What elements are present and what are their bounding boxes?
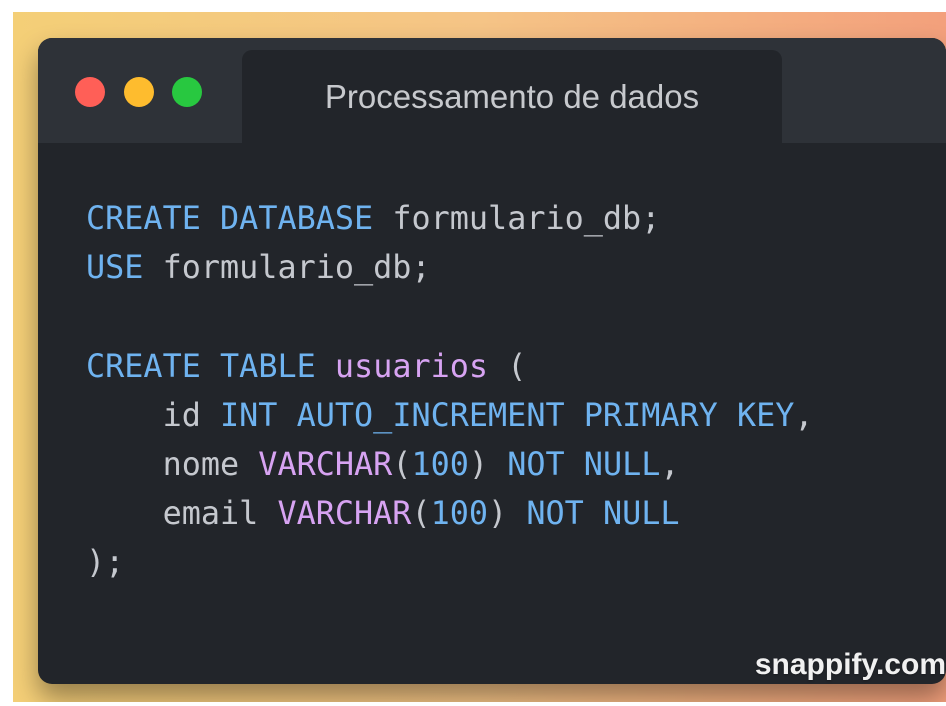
code-line: USE formulario_db; <box>86 243 814 292</box>
code-line: ); <box>86 538 814 587</box>
code-line: id INT AUTO_INCREMENT PRIMARY KEY, <box>86 391 814 440</box>
code-token: PRIMARY <box>583 396 718 434</box>
maximize-window-button[interactable] <box>172 77 202 107</box>
code-token: ( <box>392 445 412 483</box>
code-window: Processamento de dados CREATE DATABASE f… <box>38 38 946 684</box>
code-token: usuarios <box>334 347 489 385</box>
code-line: CREATE DATABASE formulario_db; <box>86 194 814 243</box>
code-token: VARCHAR <box>258 445 393 483</box>
code-token: USE <box>86 249 144 287</box>
code-token: ) <box>468 445 508 483</box>
code-token: ) <box>488 495 527 533</box>
close-window-button[interactable] <box>75 77 105 107</box>
code-token: NULL <box>583 445 661 483</box>
code-token: formulario_db; <box>373 200 661 237</box>
code-token: INT <box>220 396 278 434</box>
code-token: nome <box>86 445 259 483</box>
code-line: email VARCHAR(100) NOT NULL <box>86 489 814 538</box>
code-token: AUTO_INCREMENT <box>296 396 565 434</box>
code-token: , <box>794 396 814 434</box>
code-token: , <box>660 445 680 483</box>
minimize-window-button[interactable] <box>124 77 154 107</box>
code-token: ( <box>411 495 431 533</box>
code-token: CREATE <box>86 347 201 385</box>
file-tab[interactable]: Processamento de dados <box>242 50 782 144</box>
code-line: nome VARCHAR(100) NOT NULL, <box>86 440 814 489</box>
code-token: 100 <box>430 495 489 533</box>
code-token: 100 <box>411 445 469 483</box>
code-block: CREATE DATABASE formulario_db; USE formul… <box>86 194 814 588</box>
tab-title: Processamento de dados <box>324 78 700 115</box>
code-token: CREATE <box>86 200 201 237</box>
code-token: email <box>86 495 278 533</box>
code-token: NOT <box>526 495 584 533</box>
code-token: VARCHAR <box>277 495 412 533</box>
code-token: KEY <box>736 396 795 434</box>
gradient-background: Processamento de dados CREATE DATABASE f… <box>13 12 946 702</box>
code-token: TABLE <box>220 347 316 385</box>
code-token: id <box>86 396 221 434</box>
window-titlebar: Processamento de dados <box>38 38 946 144</box>
snappify-watermark: snappify.com <box>754 648 946 681</box>
code-token: ( <box>488 347 527 385</box>
code-line: CREATE TABLE usuarios ( <box>86 342 814 391</box>
code-token: ); <box>86 544 125 582</box>
code-token: DATABASE <box>220 200 374 237</box>
code-token: NULL <box>602 495 680 533</box>
code-token: NOT <box>507 445 565 483</box>
code-token: formulario_db; <box>143 249 431 287</box>
